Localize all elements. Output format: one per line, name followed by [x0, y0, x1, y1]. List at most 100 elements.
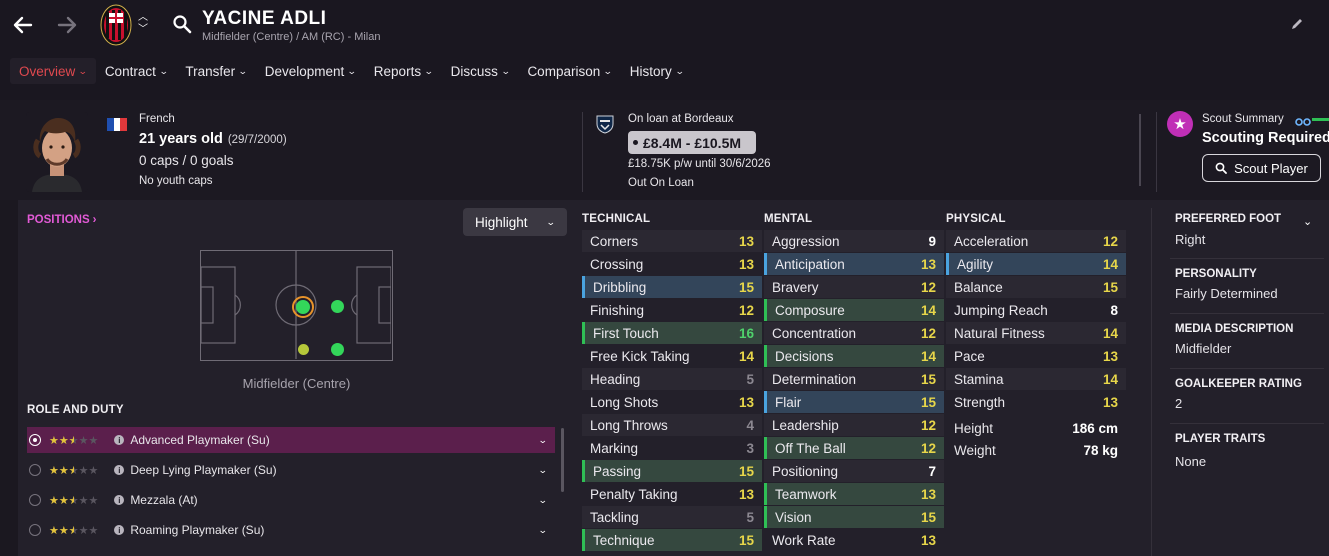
menu-comparison[interactable]: Comparison ⌄	[518, 58, 620, 84]
attribute-row-mental[interactable]: Concentration 12	[764, 322, 944, 344]
attribute-row-physical[interactable]: Pace 13	[946, 345, 1126, 367]
attribute-name: Work Rate	[772, 532, 836, 548]
menu-transfer[interactable]: Transfer ⌄	[176, 58, 255, 84]
role-row[interactable]: ★★★★★★★★★★ i Roaming Playmaker (Su) ⌄	[27, 517, 555, 543]
chevron-down-icon[interactable]: ⌄	[538, 465, 548, 476]
attribute-row-physical[interactable]: Strength 13	[946, 391, 1126, 413]
attribute-row-mental[interactable]: Flair 15	[764, 391, 944, 413]
menu-reports[interactable]: Reports ⌄	[365, 58, 442, 84]
role-row[interactable]: ★★★★★★★★★★ i Deep Lying Playmaker (Su) ⌄	[27, 457, 555, 483]
attribute-row-mental[interactable]: Work Rate 13	[764, 529, 944, 551]
attribute-row-physical[interactable]: Acceleration 12	[946, 230, 1126, 252]
info-icon[interactable]: i	[114, 465, 125, 475]
attribute-row-mental[interactable]: Leadership 12	[764, 414, 944, 436]
positions-link[interactable]: POSITIONS ›	[27, 214, 96, 226]
info-icon[interactable]: i	[114, 525, 125, 535]
highlight-dropdown[interactable]: Highlight ⌄	[463, 208, 567, 236]
attribute-row-technical[interactable]: Crossing 13	[582, 253, 762, 275]
position-dot-mc[interactable]	[296, 300, 310, 314]
attribute-row-technical[interactable]: Penalty Taking 13	[582, 483, 762, 505]
role-radio[interactable]	[29, 524, 41, 536]
loan-footer: Out On Loan	[628, 177, 694, 189]
attribute-value: 13	[738, 256, 754, 272]
menu-history[interactable]: History ⌄	[621, 58, 693, 84]
menu-overview[interactable]: Overview ⌄	[10, 58, 96, 84]
attribute-row-mental[interactable]: Anticipation 13	[764, 253, 944, 275]
attribute-value: 15	[1102, 279, 1118, 295]
traits-block: PLAYER TRAITS None	[1175, 433, 1265, 469]
role-radio[interactable]	[29, 494, 41, 506]
transfer-value-badge[interactable]: £8.4M - £10.5M	[628, 131, 756, 154]
attribute-row-mental[interactable]: Teamwork 13	[764, 483, 944, 505]
attribute-row-mental[interactable]: Bravery 12	[764, 276, 944, 298]
back-arrow-icon[interactable]	[10, 12, 36, 38]
info-icon[interactable]: i	[114, 435, 125, 445]
attribute-row-mental[interactable]: Positioning 7	[764, 460, 944, 482]
menu-development[interactable]: Development ⌄	[256, 58, 365, 84]
position-dot-amr[interactable]	[331, 343, 344, 356]
club-badge-icon[interactable]	[100, 4, 132, 46]
role-radio[interactable]	[29, 434, 41, 446]
chevron-down-icon[interactable]: ⌄	[1303, 215, 1312, 228]
attribute-row-technical[interactable]: Tackling 5	[582, 506, 762, 528]
attribute-row-mental[interactable]: Vision 15	[764, 506, 944, 528]
search-icon[interactable]	[172, 14, 192, 39]
info-icon[interactable]: i	[114, 495, 125, 505]
forward-arrow-icon[interactable]	[54, 12, 80, 38]
attribute-row-mental[interactable]: Determination 15	[764, 368, 944, 390]
attribute-row-technical[interactable]: Heading 5	[582, 368, 762, 390]
attribute-row-technical[interactable]: Corners 13	[582, 230, 762, 252]
attribute-row-technical[interactable]: Long Throws 4	[582, 414, 762, 436]
attribute-row-physical[interactable]: Jumping Reach 8	[946, 299, 1126, 321]
gk-block: GOALKEEPER RATING 2	[1175, 378, 1302, 411]
height-label: Height	[954, 420, 994, 436]
attribute-row-technical[interactable]: Passing 15	[582, 460, 762, 482]
attribute-name: Stamina	[954, 371, 1004, 387]
attribute-row-technical[interactable]: Technique 15	[582, 529, 762, 551]
attribute-name: Passing	[593, 463, 642, 479]
attribute-value: 14	[1102, 325, 1118, 341]
attribute-name: Teamwork	[775, 486, 837, 502]
attribute-row-physical[interactable]: Balance 15	[946, 276, 1126, 298]
media-description-title: MEDIA DESCRIPTION	[1175, 323, 1294, 335]
attribute-value: 8	[1110, 302, 1118, 318]
attribute-value: 12	[920, 440, 936, 456]
attribute-row-technical[interactable]: Dribbling 15	[582, 276, 762, 298]
height-row: Height 186 cm	[946, 417, 1126, 439]
attribute-name: Finishing	[590, 302, 645, 318]
attribute-value: 3	[746, 440, 754, 456]
roles-scrollbar[interactable]	[561, 428, 564, 492]
position-dot-mr[interactable]	[298, 344, 309, 355]
role-row[interactable]: ★★★★★★★★★★ i Mezzala (At) ⌄	[27, 487, 555, 513]
edit-pencil-icon[interactable]	[1290, 17, 1304, 36]
attribute-row-mental[interactable]: Decisions 14	[764, 345, 944, 367]
attribute-name: Composure	[775, 302, 845, 318]
chevron-down-icon[interactable]: ⌄	[538, 435, 548, 446]
caps-goals: 0 caps / 0 goals	[139, 153, 234, 168]
chevron-down-icon[interactable]: ⌄	[538, 525, 548, 536]
position-dot-amc[interactable]	[331, 300, 344, 313]
weight-value: 78 kg	[1083, 442, 1118, 458]
attribute-row-physical[interactable]: Natural Fitness 14	[946, 322, 1126, 344]
club-switch-icon[interactable]: ︿ ﹀	[137, 12, 149, 38]
chevron-down-icon[interactable]: ⌄	[538, 495, 548, 506]
attribute-value: 13	[1102, 348, 1118, 364]
attribute-row-technical[interactable]: Free Kick Taking 14	[582, 345, 762, 367]
attribute-row-technical[interactable]: First Touch 16	[582, 322, 762, 344]
attribute-row-technical[interactable]: Finishing 12	[582, 299, 762, 321]
menu-contract[interactable]: Contract ⌄	[96, 58, 177, 84]
attribute-value: 15	[738, 532, 754, 548]
attribute-row-mental[interactable]: Aggression 9	[764, 230, 944, 252]
attribute-row-technical[interactable]: Long Shots 13	[582, 391, 762, 413]
attribute-row-physical[interactable]: Agility 14	[946, 253, 1126, 275]
attribute-row-technical[interactable]: Marking 3	[582, 437, 762, 459]
menu-discuss[interactable]: Discuss ⌄	[442, 58, 519, 84]
role-radio[interactable]	[29, 464, 41, 476]
role-row[interactable]: ★★★★★★★★★★ i Advanced Playmaker (Su) ⌄	[27, 427, 555, 453]
attribute-name: Off The Ball	[775, 440, 846, 456]
personality-title: PERSONALITY	[1175, 268, 1257, 280]
scout-player-button[interactable]: Scout Player	[1202, 154, 1321, 182]
attribute-row-mental[interactable]: Composure 14	[764, 299, 944, 321]
attribute-row-mental[interactable]: Off The Ball 12	[764, 437, 944, 459]
attribute-row-physical[interactable]: Stamina 14	[946, 368, 1126, 390]
